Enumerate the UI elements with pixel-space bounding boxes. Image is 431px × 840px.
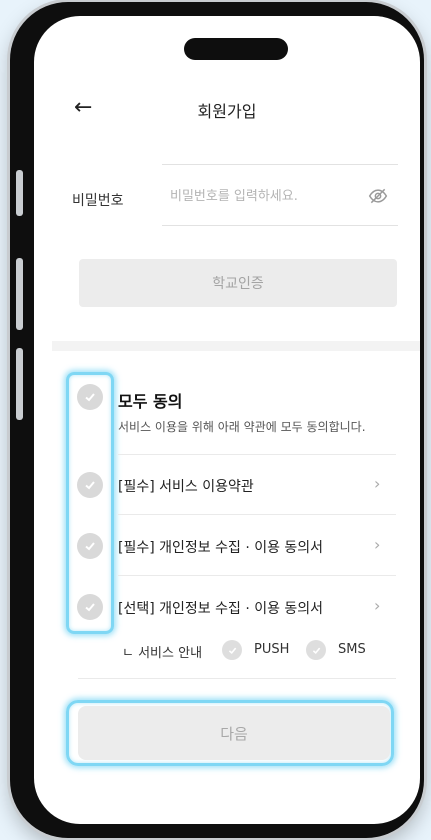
divider-line [118,514,396,515]
agree-all-checkbox[interactable] [77,384,103,410]
push-label[interactable]: PUSH [254,642,289,657]
privacy-optional-checkbox[interactable] [77,594,103,620]
password-label: 비밀번호 [72,193,124,209]
speaker-notch [184,38,288,60]
privacy-required-label[interactable]: [필수] 개인정보 수집 · 이용 동의서 [118,537,323,557]
eye-off-icon[interactable] [368,186,388,206]
agree-all-description: 서비스 이용을 위해 아래 약관에 모두 동의합니다. [118,420,366,434]
check-icon [312,647,320,654]
sms-label[interactable]: SMS [338,642,366,657]
password-row: 비밀번호 [72,164,398,226]
divider-line [118,454,396,455]
mute-switch [16,170,23,216]
push-checkbox[interactable] [222,640,242,660]
divider-line [78,678,396,679]
check-icon [85,603,95,612]
sms-checkbox[interactable] [306,640,326,660]
volume-down-button [16,348,23,420]
agree-all-title: 모두 동의 [118,392,183,411]
check-icon [85,542,95,551]
chevron-right-icon[interactable]: › [374,474,380,493]
password-field [162,164,398,226]
phone-frame: ← 회원가입 비밀번호 학교인증 모두 동의 서비스 이용을 위해 아래 약관에… [10,2,424,838]
service-notice-label: ㄴ 서비스 안내 [122,646,203,661]
chevron-right-icon[interactable]: › [374,535,380,554]
password-input[interactable] [170,185,360,207]
volume-up-button [16,258,23,330]
section-divider [52,341,420,351]
check-icon [85,393,95,402]
phone-screen: ← 회원가입 비밀번호 학교인증 모두 동의 서비스 이용을 위해 아래 약관에… [34,16,420,824]
chevron-right-icon[interactable]: › [374,596,380,615]
divider-line [118,575,396,576]
privacy-optional-label[interactable]: [선택] 개인정보 수집 · 이용 동의서 [118,598,323,618]
terms-service-checkbox[interactable] [77,472,103,498]
page-title: 회원가입 [197,102,257,121]
privacy-required-checkbox[interactable] [77,533,103,559]
check-icon [85,481,95,490]
terms-service-label[interactable]: [필수] 서비스 이용약관 [118,476,254,496]
header: ← 회원가입 [34,94,420,124]
school-verify-button[interactable]: 학교인증 [79,259,397,307]
check-icon [228,647,236,654]
next-button[interactable]: 다음 [78,706,390,760]
service-notice-row: ㄴ 서비스 안내 PUSH SMS [122,640,402,662]
